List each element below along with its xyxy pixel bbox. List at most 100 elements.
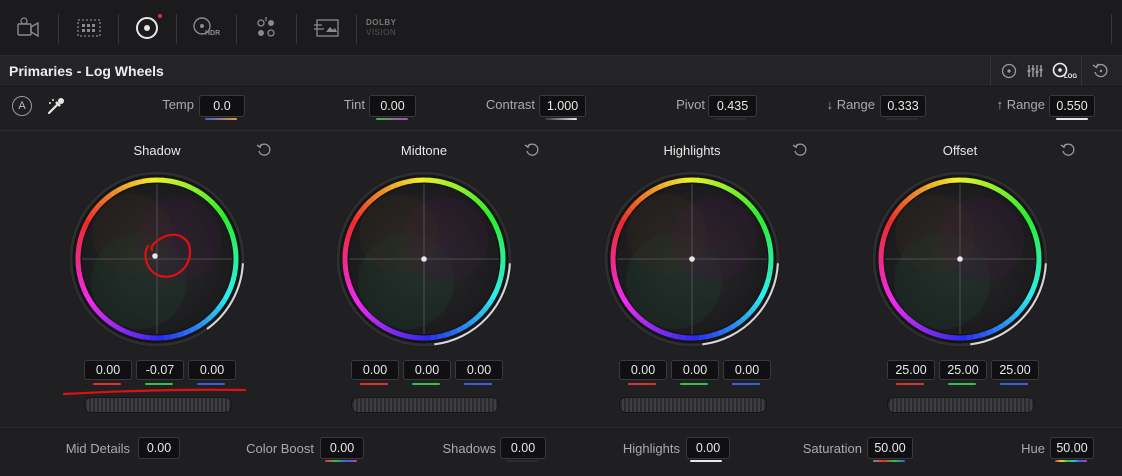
shadow-red-field[interactable]: 0.00 xyxy=(84,360,132,380)
hue-ring-segment xyxy=(770,244,771,252)
highlights-red-field[interactable]: 0.00 xyxy=(619,360,667,380)
hue-ring-segment xyxy=(498,231,500,239)
contrast-field[interactable]: 1.000 xyxy=(539,95,586,117)
high-range-field[interactable]: 0.550 xyxy=(1049,95,1095,117)
hue-ring-segment xyxy=(492,291,496,298)
hue-ring-segment xyxy=(437,181,445,183)
highlights-wheel-puck[interactable] xyxy=(689,256,695,262)
reset-shadow-icon[interactable] xyxy=(256,142,272,158)
auto-balance-button[interactable]: A xyxy=(12,96,32,116)
hue-ring-segment xyxy=(974,335,982,337)
low-range-field[interactable]: 0.333 xyxy=(880,95,926,117)
eyedropper-icon[interactable] xyxy=(46,96,66,116)
midtone-green-field[interactable]: 0.00 xyxy=(403,360,451,380)
hue-ring-segment xyxy=(677,180,685,181)
hue-ring-segment xyxy=(933,333,941,335)
temp-field[interactable]: 0.0 xyxy=(199,95,245,117)
camera-raw-button[interactable] xyxy=(14,14,44,42)
hue-ring-segment xyxy=(225,219,229,226)
dolby-vision-button[interactable]: DOLBY VISION xyxy=(366,14,406,42)
hue-ring-segment xyxy=(233,272,235,280)
hue-ring-segment xyxy=(766,231,768,239)
hue-ring-segment xyxy=(1036,238,1038,246)
hue-ring-segment xyxy=(117,187,124,191)
midtone-color-wheel[interactable] xyxy=(334,169,514,349)
highlights-green-indicator xyxy=(680,383,708,385)
hue-ring-segment xyxy=(884,279,886,287)
pivot-field[interactable]: 0.435 xyxy=(708,95,757,117)
hue-ring-segment xyxy=(886,286,889,293)
shadow-blue-field[interactable]: 0.00 xyxy=(188,360,236,380)
offset-green-field[interactable]: 25.00 xyxy=(939,360,987,380)
primaries-bars-mode-icon[interactable] xyxy=(1026,62,1044,80)
primaries-wheels-icon xyxy=(134,15,160,41)
saturation-field[interactable]: 50.00 xyxy=(867,437,913,459)
contrast-indicator xyxy=(545,118,577,120)
highlights-field[interactable]: 0.00 xyxy=(686,437,730,459)
hue-ring-segment xyxy=(495,225,498,232)
offset-wheel-puck[interactable] xyxy=(957,256,963,262)
palette-toolbar: HDR DOLBY VISION xyxy=(0,0,1122,56)
midtone-wheel-title: Midtone xyxy=(289,143,559,158)
hdr-badge: HDR xyxy=(205,30,220,37)
hue-ring-segment xyxy=(967,337,975,338)
hue-ring-segment xyxy=(672,335,680,337)
primaries-wheels-button[interactable] xyxy=(132,14,162,42)
shadow-color-wheel[interactable] xyxy=(67,169,247,349)
shadow-wheel-puck[interactable] xyxy=(152,253,158,259)
offset-blue-field[interactable]: 25.00 xyxy=(991,360,1039,380)
shadows-field[interactable]: 0.00 xyxy=(500,437,546,459)
hue-ring-segment xyxy=(443,182,451,184)
shadow-green-field[interactable]: -0.07 xyxy=(136,360,184,380)
toolbar-divider xyxy=(176,14,177,44)
reset-midtone-icon[interactable] xyxy=(524,142,540,158)
midtone-blue-field[interactable]: 0.00 xyxy=(455,360,503,380)
toolbar-divider xyxy=(118,14,119,44)
palette-header: Primaries - Log Wheels LOG xyxy=(0,56,1122,87)
highlights-blue-field[interactable]: 0.00 xyxy=(723,360,771,380)
auto-balance-label: A xyxy=(18,100,25,112)
tint-field[interactable]: 0.00 xyxy=(369,95,416,117)
hue-ring-segment xyxy=(136,181,144,183)
midtone-master-jog-wheel[interactable] xyxy=(351,397,499,413)
hue-ring-segment xyxy=(939,181,947,183)
shadow-master-jog-wheel[interactable] xyxy=(84,397,232,413)
highlights-indicator xyxy=(690,460,722,462)
hue-ring-segment xyxy=(1034,231,1036,239)
primaries-wheels-mode-icon[interactable] xyxy=(1000,62,1018,80)
hue-ring-segment xyxy=(724,187,731,191)
log-wheels-mode-button[interactable]: LOG xyxy=(1052,62,1072,85)
offset-color-wheel[interactable] xyxy=(870,169,1050,349)
reset-highlights-icon[interactable] xyxy=(792,142,808,158)
hue-ring-segment xyxy=(719,330,726,333)
hue-ring-segment xyxy=(346,239,348,247)
highlights-color-wheel[interactable] xyxy=(602,169,782,349)
motion-effects-button[interactable] xyxy=(312,14,342,42)
midtone-wheel-puck[interactable] xyxy=(421,256,427,262)
hue-ring-segment xyxy=(171,335,179,337)
color-boost-field[interactable]: 0.00 xyxy=(320,437,364,459)
hue-ring-segment xyxy=(500,272,502,280)
hue-ring-segment xyxy=(973,181,981,183)
offset-red-field[interactable]: 25.00 xyxy=(887,360,935,380)
rgb-mixer-button[interactable] xyxy=(251,14,281,42)
hue-field[interactable]: 50.00 xyxy=(1050,437,1094,459)
mid-details-field[interactable]: 0.00 xyxy=(138,437,180,459)
hue-ring-segment xyxy=(384,187,391,191)
hue-ring-segment xyxy=(768,272,770,280)
midtone-red-field[interactable]: 0.00 xyxy=(351,360,399,380)
hue-ring-segment xyxy=(664,183,672,185)
hue-ring-segment xyxy=(431,337,439,338)
hue-ring-segment xyxy=(932,183,940,185)
highlights-green-field[interactable]: 0.00 xyxy=(671,360,719,380)
color-match-button[interactable] xyxy=(74,14,104,42)
offset-master-jog-wheel[interactable] xyxy=(887,397,1035,413)
hue-ring-segment xyxy=(1034,278,1036,286)
highlights-master-jog-wheel[interactable] xyxy=(619,397,767,413)
hdr-wheels-button[interactable]: HDR xyxy=(190,14,222,42)
hue-ring-segment xyxy=(177,333,185,335)
hue-ring-segment xyxy=(391,331,398,334)
vision-label: VISION xyxy=(366,28,396,38)
reset-all-icon[interactable] xyxy=(1092,62,1110,80)
reset-offset-icon[interactable] xyxy=(1060,142,1076,158)
